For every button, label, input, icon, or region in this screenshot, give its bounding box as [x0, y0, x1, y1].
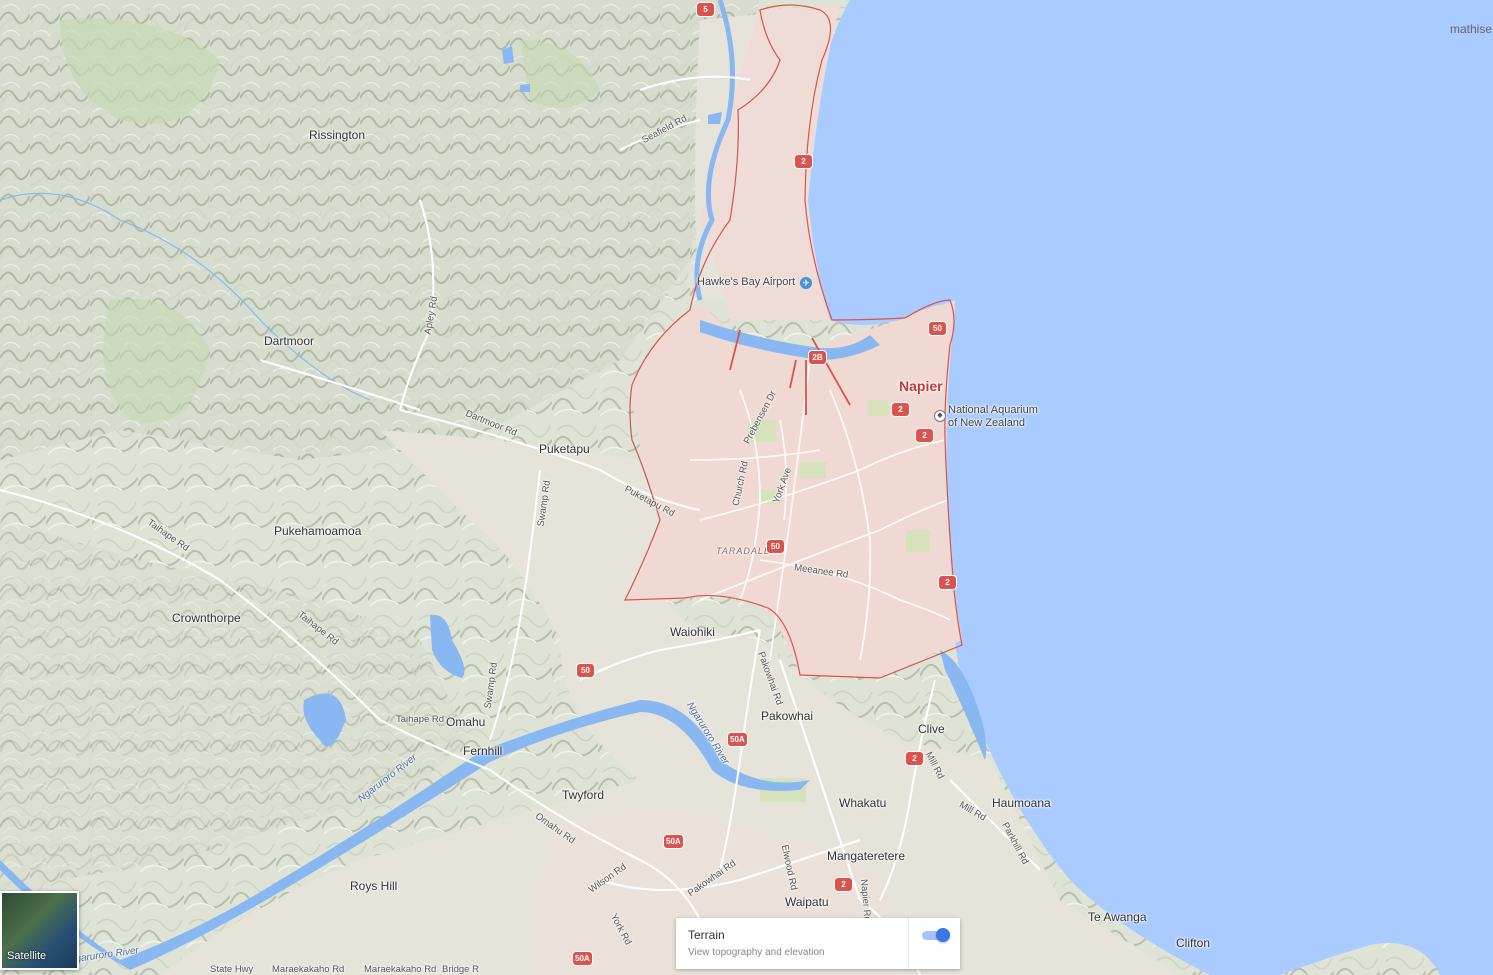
place-label-omahu: Omahu — [446, 715, 486, 729]
highway-shield-50: 50 — [576, 663, 595, 678]
road-label-bridge: Bridge R — [442, 964, 479, 975]
district-label-taradale: TARADALE — [716, 546, 771, 556]
user-name[interactable]: mathise — [1450, 22, 1492, 36]
highway-shield-2: 2 — [834, 877, 853, 892]
terrain-description: View topography and elevation — [688, 947, 825, 958]
highway-shield-2: 2 — [938, 575, 957, 590]
place-label-waiohiki: Waiohiki — [670, 625, 715, 639]
highway-shield-2: 2 — [794, 154, 813, 169]
road-label-maraekakaho-1: Maraekakaho Rd — [272, 964, 345, 975]
road-label-state-hwy: State Hwy — [210, 964, 254, 975]
poi-label-aquarium-line1[interactable]: National Aquarium — [948, 404, 1038, 416]
place-label-clifton: Clifton — [1176, 936, 1211, 950]
aquarium-icon: ◆ — [934, 410, 946, 422]
highway-shield-50a: 50A — [663, 834, 684, 849]
highway-shield-2: 2 — [905, 751, 924, 766]
highway-shield-2: 2 — [891, 402, 910, 417]
poi-label-airport[interactable]: Hawke's Bay Airport — [697, 276, 795, 288]
highway-shield-2: 2 — [915, 428, 934, 443]
card-divider — [908, 918, 909, 969]
place-label-clive: Clive — [918, 722, 945, 736]
terrain-toggle-switch[interactable] — [922, 928, 950, 942]
place-label-fernhill: Fernhill — [463, 744, 503, 758]
place-label-whakatu: Whakatu — [839, 796, 887, 810]
highway-shield-50a: 50A — [727, 732, 748, 747]
place-label-waipatu: Waipatu — [785, 895, 829, 909]
terrain-layer-card: Terrain View topography and elevation — [676, 918, 960, 969]
map-canvas[interactable]: mathise Rissington Dartmoor Puketapu Puk… — [0, 0, 1493, 975]
map-base-layer — [0, 0, 1493, 975]
satellite-toggle-button[interactable]: Satellite — [0, 891, 79, 970]
road-label-maraekakaho-2: Maraekakaho Rd — [364, 964, 437, 975]
highway-shield-50a: 50A — [572, 951, 593, 966]
toggle-knob — [936, 928, 950, 942]
road-label-taihape-3: Taihape Rd — [396, 714, 445, 725]
highway-shield-5: 5 — [696, 2, 715, 17]
airport-icon: ✈ — [800, 277, 812, 289]
highway-shield-50: 50 — [766, 539, 785, 554]
place-label-rissington: Rissington — [309, 128, 366, 142]
poi-label-aquarium-line2[interactable]: of New Zealand — [948, 417, 1025, 429]
highway-shield-2b: 2B — [808, 350, 827, 365]
place-label-dartmoor: Dartmoor — [264, 334, 315, 348]
place-label-roys-hill: Roys Hill — [350, 879, 398, 893]
highway-shield-50: 50 — [928, 321, 947, 336]
satellite-label: Satellite — [7, 950, 47, 962]
place-label-mangateretere: Mangateretere — [827, 849, 906, 863]
place-label-pakowhai: Pakowhai — [761, 709, 814, 723]
place-label-crownthorpe: Crownthorpe — [172, 611, 241, 625]
place-label-haumoana: Haumoana — [992, 796, 1051, 810]
place-label-pukehamoamoa: Pukehamoamoa — [274, 524, 362, 538]
place-label-puketapu: Puketapu — [539, 442, 590, 456]
city-label-napier: Napier — [899, 378, 943, 394]
place-label-te-awanga: Te Awanga — [1088, 910, 1147, 924]
terrain-title: Terrain — [688, 928, 725, 942]
place-label-twyford: Twyford — [562, 788, 605, 802]
